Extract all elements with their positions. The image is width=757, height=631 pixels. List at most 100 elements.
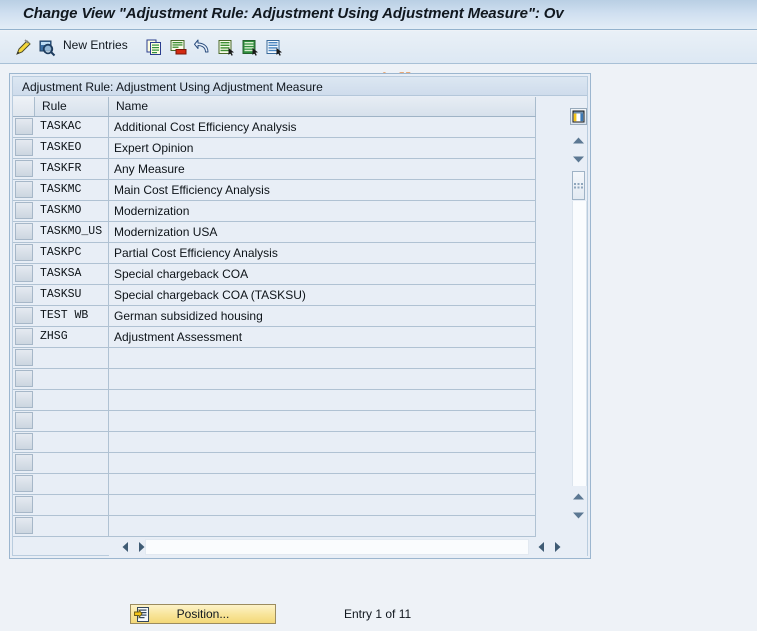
table-row[interactable]: ZHSG Adjustment Assessment [13,327,536,348]
row-select-button[interactable] [15,454,33,471]
row-select-button[interactable] [15,370,33,387]
cell-name[interactable] [109,390,536,410]
row-select-button[interactable] [15,202,33,219]
scroll-left-icon[interactable] [117,539,133,555]
row-select-button[interactable] [15,223,33,240]
row-select-button[interactable] [15,475,33,492]
row-select-button[interactable] [15,118,33,135]
row-select-button[interactable] [15,139,33,156]
row-select-button[interactable] [15,517,33,534]
cell-name[interactable]: Additional Cost Efficiency Analysis [109,117,536,137]
scroll-left-end-icon[interactable] [533,539,549,555]
cell-rule[interactable] [35,348,109,368]
cell-rule[interactable]: TEST WB [35,306,109,326]
table-row[interactable]: TEST WB German subsidized housing [13,306,536,327]
row-select-button[interactable] [15,328,33,345]
row-select-button[interactable] [15,265,33,282]
cell-rule[interactable] [35,453,109,473]
deselect-all-icon[interactable] [240,37,260,58]
details-icon[interactable] [264,37,284,58]
cell-rule[interactable]: TASKEO [35,138,109,158]
cell-name[interactable] [109,495,536,515]
table-row[interactable] [13,348,536,369]
table-row[interactable] [13,516,536,537]
cell-rule[interactable]: TASKPC [35,243,109,263]
table-row[interactable] [13,411,536,432]
cell-name[interactable] [109,516,536,536]
column-header-rule[interactable]: Rule [35,97,109,116]
cell-rule[interactable] [35,411,109,431]
row-select-button[interactable] [15,160,33,177]
cell-rule[interactable]: TASKMC [35,180,109,200]
cell-name[interactable]: Any Measure [109,159,536,179]
new-entries-button[interactable]: New Entries [63,38,128,52]
delete-icon[interactable] [168,37,188,58]
column-header-name[interactable]: Name [109,97,536,116]
scroll-down-icon[interactable] [571,152,586,166]
cell-rule[interactable] [35,369,109,389]
table-row[interactable]: TASKSA Special chargeback COA [13,264,536,285]
scroll-down-bottom-icon[interactable] [571,508,586,522]
vertical-grip-icon[interactable] [572,171,585,200]
position-button[interactable]: Position... [130,604,276,624]
table-row[interactable] [13,432,536,453]
table-settings-icon[interactable] [570,108,587,125]
table-row[interactable]: TASKFR Any Measure [13,159,536,180]
cell-name[interactable]: Modernization USA [109,222,536,242]
cell-rule[interactable]: ZHSG [35,327,109,347]
cell-name[interactable] [109,369,536,389]
row-select-button[interactable] [15,181,33,198]
display-change-icon[interactable] [12,37,34,58]
select-all-column-header[interactable] [13,97,35,116]
select-all-icon[interactable] [216,37,236,58]
cell-rule[interactable] [35,432,109,452]
row-select-button[interactable] [15,244,33,261]
scroll-up-icon[interactable] [571,133,586,147]
scroll-up-bottom-icon[interactable] [571,489,586,503]
cell-rule[interactable]: TASKAC [35,117,109,137]
row-select-button[interactable] [15,391,33,408]
cell-name[interactable]: Modernization [109,201,536,221]
table-row[interactable] [13,495,536,516]
row-select-button[interactable] [15,307,33,324]
table-row[interactable] [13,474,536,495]
cell-name[interactable]: Special chargeback COA (TASKSU) [109,285,536,305]
table-row[interactable]: TASKAC Additional Cost Efficiency Analysi… [13,117,536,138]
cell-name[interactable] [109,432,536,452]
table-row[interactable]: TASKMO Modernization [13,201,536,222]
cell-rule[interactable] [35,495,109,515]
row-select-button[interactable] [15,496,33,513]
cell-name[interactable]: Main Cost Efficiency Analysis [109,180,536,200]
cell-name[interactable] [109,411,536,431]
copy-as-icon[interactable] [144,37,164,58]
table-row[interactable]: TASKPC Partial Cost Efficiency Analysis [13,243,536,264]
cell-rule[interactable]: TASKFR [35,159,109,179]
table-row[interactable] [13,453,536,474]
cell-name[interactable]: Adjustment Assessment [109,327,536,347]
table-row[interactable] [13,390,536,411]
cell-rule[interactable] [35,390,109,410]
cell-name[interactable] [109,348,536,368]
cell-name[interactable]: Expert Opinion [109,138,536,158]
cell-name[interactable] [109,453,536,473]
cell-rule[interactable]: TASKSA [35,264,109,284]
cell-name[interactable]: Special chargeback COA [109,264,536,284]
row-select-button[interactable] [15,349,33,366]
horizontal-scrollbar-track[interactable] [145,539,529,555]
undo-icon[interactable] [192,37,212,58]
table-row[interactable]: TASKEO Expert Opinion [13,138,536,159]
table-row[interactable]: TASKSU Special chargeback COA (TASKSU) [13,285,536,306]
table-row[interactable]: TASKMO_US Modernization USA [13,222,536,243]
table-row[interactable] [13,369,536,390]
scroll-right-end-icon[interactable] [549,539,565,555]
row-select-button[interactable] [15,433,33,450]
vertical-scrollbar-track[interactable] [572,201,587,486]
check-magnifier-icon[interactable] [36,37,58,58]
cell-name[interactable] [109,474,536,494]
table-row[interactable]: TASKMC Main Cost Efficiency Analysis [13,180,536,201]
row-select-button[interactable] [15,412,33,429]
cell-name[interactable]: Partial Cost Efficiency Analysis [109,243,536,263]
cell-rule[interactable] [35,516,109,536]
cell-rule[interactable]: TASKSU [35,285,109,305]
cell-rule[interactable]: TASKMO [35,201,109,221]
